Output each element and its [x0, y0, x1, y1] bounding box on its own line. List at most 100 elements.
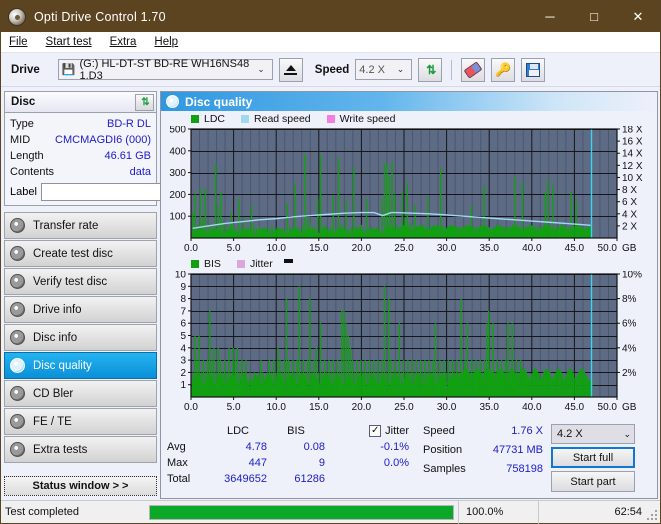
svg-text:30.0: 30.0: [437, 243, 457, 254]
jitter-checkbox[interactable]: ✓: [369, 425, 382, 437]
eject-icon: [284, 64, 298, 75]
body: Disc ⇅ Type BD-R DL MID CMCMAGDI6 (000) …: [1, 88, 660, 499]
sidebar-item-disc-quality[interactable]: Disc quality: [4, 352, 157, 379]
stats-speed-row: Speed 1.76 X: [423, 423, 543, 439]
jitter-label: Jitter: [385, 425, 409, 437]
sidebar-item-drive-info[interactable]: Drive info: [4, 296, 157, 323]
sidebar-item-verify-test-disc[interactable]: Verify test disc: [4, 268, 157, 295]
disc-label-row: Label: [10, 182, 243, 201]
stats-col-ldc: LDC: [226, 425, 249, 437]
eject-button[interactable]: [278, 57, 303, 82]
legend-swatch-ldc: [191, 115, 199, 123]
svg-text:200: 200: [169, 190, 186, 201]
disc-rows: Type BD-R DL MID CMCMAGDI6 (000) Length …: [5, 113, 243, 205]
stats-table: LDC BIS ✓ Jitter Avg 4.78 0.08 -0.1% Max…: [167, 423, 417, 498]
disc-icon: [10, 330, 25, 345]
ldc-chart-svg: 1002003004005002 X4 X6 X8 X10 X12 X14 X1…: [169, 126, 643, 254]
svg-text:GB: GB: [622, 402, 637, 413]
svg-text:35.0: 35.0: [479, 243, 499, 254]
disc-panel: Disc ⇅ Type BD-R DL MID CMCMAGDI6 (000) …: [4, 91, 243, 206]
test-speed-value: 4.2 X: [557, 428, 583, 440]
svg-text:2 X: 2 X: [622, 221, 637, 232]
stats-samples-key: Samples: [423, 463, 466, 475]
disc-icon: [10, 414, 25, 429]
disc-panel-header: Disc ⇅: [5, 92, 156, 113]
drive-label: Drive: [11, 63, 40, 76]
stats-speed-key: Speed: [423, 425, 455, 437]
menu-file[interactable]: File: [9, 36, 28, 48]
stats-samples-value: 758198: [506, 463, 543, 475]
close-button[interactable]: ✕: [616, 1, 660, 32]
legend-label-ldc: LDC: [204, 113, 226, 125]
svg-text:15.0: 15.0: [309, 243, 329, 254]
app-icon: [8, 7, 26, 26]
title-bar: Opti Drive Control 1.70 ─ □ ✕: [1, 1, 660, 32]
svg-text:16 X: 16 X: [622, 137, 643, 148]
start-full-button[interactable]: Start full: [551, 447, 635, 468]
legend-swatch-read-speed: [241, 115, 250, 123]
save-button[interactable]: [521, 57, 546, 82]
svg-text:5.0: 5.0: [227, 243, 241, 254]
disc-icon: [10, 302, 25, 317]
disc-label-key: Label: [10, 185, 37, 198]
speed-select-value: 4.2 X: [359, 63, 385, 76]
erase-button[interactable]: [461, 57, 486, 82]
sidebar-item-disc-info[interactable]: Disc info: [4, 324, 157, 351]
stats-avg-jitter: -0.1%: [380, 441, 409, 453]
sidebar-item-extra-tests[interactable]: Extra tests: [4, 436, 157, 463]
svg-text:1: 1: [180, 380, 186, 391]
disc-icon: [10, 218, 25, 233]
stats-panel: LDC BIS ✓ Jitter Avg 4.78 0.08 -0.1% Max…: [161, 420, 657, 498]
svg-text:8 X: 8 X: [622, 185, 637, 196]
disc-icon: [10, 358, 25, 373]
svg-text:300: 300: [169, 168, 186, 179]
progress-percent: 100.0%: [458, 500, 538, 524]
sidebar-item-label: CD Bler: [33, 387, 74, 400]
sidebar-item-cd-bler[interactable]: CD Bler: [4, 380, 157, 407]
svg-text:15.0: 15.0: [309, 402, 329, 413]
disc-row-contents: Contents data: [10, 164, 151, 180]
disc-refresh-button[interactable]: ⇅: [135, 93, 154, 111]
keys-button[interactable]: 🔑: [491, 57, 516, 82]
window-controls: ─ □ ✕: [528, 1, 660, 32]
minimize-button[interactable]: ─: [528, 1, 572, 32]
sidebar-item-fe-te[interactable]: FE / TE: [4, 408, 157, 435]
stats-row-total: Total 3649652 61286: [167, 471, 417, 487]
speed-select[interactable]: 4.2 X ⌄: [355, 59, 413, 80]
disc-row-key: Type: [10, 118, 34, 130]
menu-extra[interactable]: Extra: [110, 36, 137, 48]
elapsed-time: 62:54: [538, 500, 660, 524]
resize-grip[interactable]: [646, 509, 658, 521]
drive-icon: 💾: [61, 64, 76, 76]
test-speed-select[interactable]: 4.2 X ⌄: [551, 424, 635, 444]
svg-text:5.0: 5.0: [227, 402, 241, 413]
sidebar-item-create-test-disc[interactable]: Create test disc: [4, 240, 157, 267]
sidebar-nav: Transfer rate Create test disc Verify te…: [4, 212, 157, 464]
stats-col-bis: BIS: [287, 425, 305, 437]
svg-text:10: 10: [175, 271, 187, 281]
svg-text:12 X: 12 X: [622, 161, 643, 172]
sidebar-item-transfer-rate[interactable]: Transfer rate: [4, 212, 157, 239]
stats-position-value: 47731 MB: [492, 444, 543, 456]
svg-text:5: 5: [180, 331, 186, 342]
drive-select[interactable]: 💾 (G:) HL-DT-ST BD-RE WH16NS48 1.D3 ⌄: [57, 58, 273, 82]
svg-text:20.0: 20.0: [352, 243, 372, 254]
disc-icon: [10, 246, 25, 261]
maximize-button[interactable]: □: [572, 1, 616, 32]
start-part-button[interactable]: Start part: [551, 471, 635, 492]
stats-avg-ldc: 4.78: [245, 441, 267, 453]
status-window-button[interactable]: Status window > >: [4, 476, 157, 496]
svg-text:40.0: 40.0: [522, 402, 542, 413]
svg-text:4 X: 4 X: [622, 209, 637, 220]
svg-text:25.0: 25.0: [394, 402, 414, 413]
sidebar-item-label: Create test disc: [33, 247, 113, 260]
svg-text:6 X: 6 X: [622, 197, 637, 208]
menu-help[interactable]: Help: [154, 36, 178, 48]
svg-text:50.0: 50.0: [598, 243, 618, 254]
keys-icon: 🔑: [495, 61, 512, 77]
refresh-button[interactable]: ⇅: [418, 57, 443, 82]
sidebar-item-label: Disc quality: [33, 359, 92, 372]
bis-chart-svg: 123 456 78910 2% 4% 6% 8% 10% 0.0 5.0 10.0 15.0 20.0…: [175, 271, 642, 413]
menu-start-test[interactable]: Start test: [46, 36, 92, 48]
